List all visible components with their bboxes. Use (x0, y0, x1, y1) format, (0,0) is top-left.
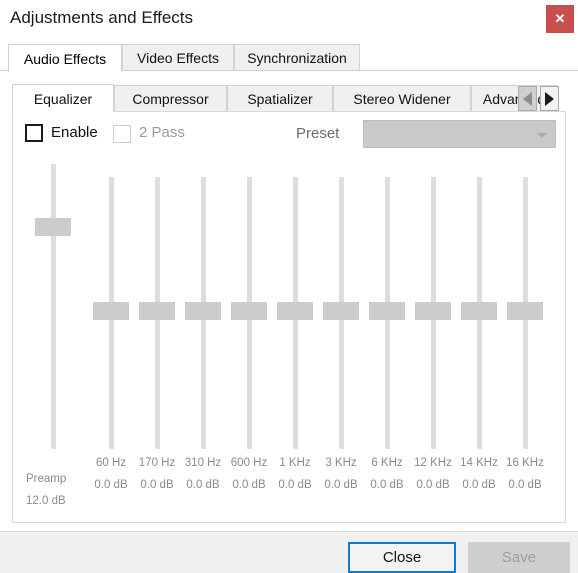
title-bar: Adjustments and Effects ✕ (0, 0, 578, 40)
inner-tab-bar: Advanced Stereo Widener Spatializer Compres… (12, 84, 566, 112)
slider-handle[interactable] (461, 302, 497, 320)
slider-handle[interactable] (139, 302, 175, 320)
scroll-tabs-left-button[interactable] (518, 86, 537, 111)
outer-tab-audio-effects[interactable]: Audio Effects (8, 44, 122, 72)
scroll-tabs-right-button[interactable] (540, 86, 559, 111)
dialog-footer: Close Save (0, 531, 578, 573)
chevron-left-icon (523, 91, 532, 106)
slider-handle[interactable] (415, 302, 451, 320)
slider-handle[interactable] (507, 302, 543, 320)
band-gain-label: 0.0 dB (508, 479, 542, 491)
close-window-icon[interactable]: ✕ (546, 5, 574, 33)
outer-tab-synchronization[interactable]: Synchronization (234, 44, 360, 71)
two-pass-checkbox[interactable] (113, 125, 131, 143)
slider-handle[interactable] (231, 302, 267, 320)
band-frequency-label: 16 KHz (506, 457, 544, 469)
chevron-down-icon (537, 133, 547, 138)
outer-tab-video-effects[interactable]: Video Effects (122, 44, 234, 71)
equalizer-controls-row: Enable 2 Pass Preset (13, 112, 567, 156)
slider-groove (51, 164, 56, 449)
slider-handle[interactable] (93, 302, 129, 320)
save-button[interactable]: Save (468, 542, 570, 573)
preamp-value-label: 12.0 dB (26, 495, 66, 507)
inner-tab-stereo-widener[interactable]: Stereo Widener (333, 85, 471, 112)
equalizer-panel: Enable 2 Pass Preset Preamp 12.0 dB 60 Hz 0… (12, 111, 566, 523)
adjustments-and-effects-dialog: Adjustments and Effects ✕ Audio Effects V… (0, 0, 578, 573)
slider-handle[interactable] (369, 302, 405, 320)
audio-effects-panel: Advanced Stereo Widener Spatializer Compres… (0, 70, 578, 530)
inner-tab-equalizer[interactable]: Equalizer (12, 84, 114, 112)
slider-handle[interactable] (277, 302, 313, 320)
slider-handle[interactable] (35, 218, 71, 236)
inner-tab-spatializer[interactable]: Spatializer (227, 85, 333, 112)
preamp-name-label: Preamp (26, 473, 67, 485)
inner-tab-compressor[interactable]: Compressor (114, 85, 227, 112)
preset-label: Preset (296, 125, 340, 142)
slider-handle[interactable] (323, 302, 359, 320)
two-pass-label: 2 Pass (139, 124, 185, 141)
close-button[interactable]: Close (348, 542, 456, 573)
chevron-right-icon (545, 91, 554, 106)
enable-checkbox[interactable] (25, 124, 43, 142)
enable-label: Enable (51, 124, 98, 141)
window-title: Adjustments and Effects (10, 8, 194, 27)
preset-select[interactable] (363, 120, 556, 148)
outer-tab-bar: Audio Effects Video Effects Synchronizatio… (0, 44, 578, 72)
slider-handle[interactable] (185, 302, 221, 320)
